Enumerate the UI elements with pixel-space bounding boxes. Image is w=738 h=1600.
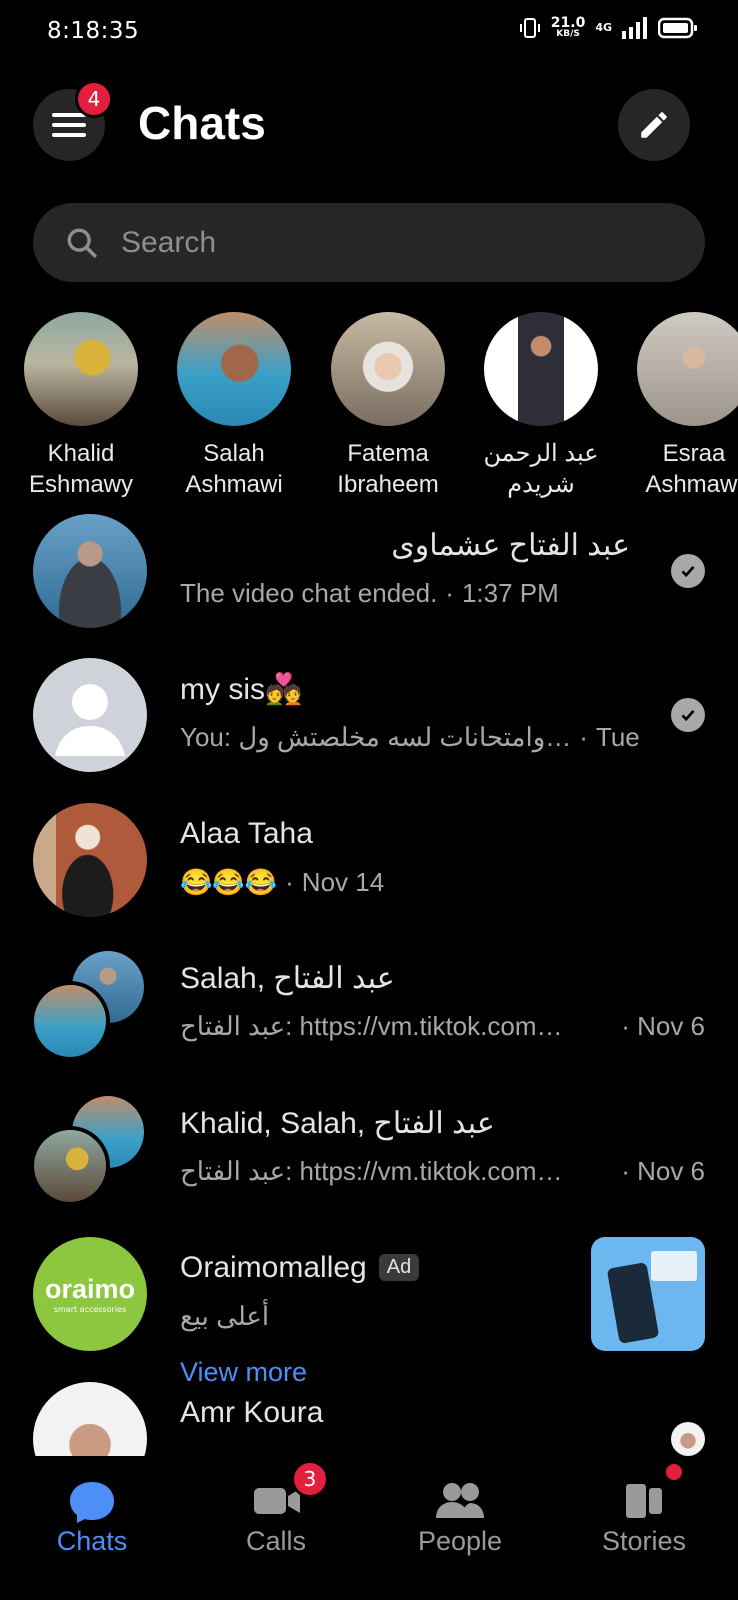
ad-image[interactable] [591, 1237, 705, 1351]
vibrate-icon [519, 17, 540, 38]
calls-badge: 3 [291, 1460, 329, 1498]
status-bar: 8:18:35 21.0 KB/S 4G [0, 0, 738, 66]
avatar [30, 981, 110, 1061]
avatar [30, 1126, 110, 1206]
chat-time: Nov 14 [301, 867, 385, 897]
story-name: Khalid Eshmawy [28, 440, 134, 498]
default-avatar-icon [55, 684, 125, 756]
ad-name: Oraimomalleg Ad [180, 1251, 420, 1285]
battery-icon [658, 17, 697, 38]
avatar [33, 658, 147, 772]
chat-preview: 😂😂😂 · Nov 14 [180, 867, 385, 897]
story-item[interactable]: Fatema Ibraheem [311, 312, 465, 500]
avatar [24, 312, 138, 426]
chat-name: Alaa Taha [180, 817, 313, 850]
signal-icon [622, 16, 647, 39]
story-name: عبد الرحمن شريدم [483, 440, 599, 498]
story-item[interactable]: Esraa Ashmawi [617, 312, 738, 500]
chat-preview: عبد الفتاح: https://vm.tiktok.com… [180, 1156, 563, 1186]
chat-row[interactable]: Amr Koura [0, 1382, 738, 1456]
chat-time: · Nov 6 [621, 1011, 705, 1041]
page-title: Chats [138, 97, 266, 149]
search-icon [67, 228, 97, 258]
ad-text: أعلى بيع [180, 1301, 270, 1331]
compose-button[interactable] [618, 89, 690, 161]
tab-calls[interactable]: 3 Calls [184, 1456, 368, 1600]
story-name: Esraa Ashmawi [645, 440, 738, 498]
chat-preview: The video chat ended. · 1:37 PM [180, 578, 559, 608]
chat-row[interactable]: عبد الفتاح عشماوى The video chat ended. ·… [0, 514, 738, 654]
people-icon [436, 1483, 484, 1518]
story-name: Salah Ashmawi [185, 440, 283, 498]
chat-row[interactable]: my sis💑 You: وامتحانات لسه مخلصتش ول… · Tu… [0, 658, 738, 798]
network-type: 4G [595, 21, 612, 34]
tab-people[interactable]: People [368, 1456, 552, 1600]
avatar [33, 514, 147, 628]
story-item[interactable]: عبد الرحمن شريدم [464, 312, 618, 500]
avatar [33, 803, 147, 917]
chat-row[interactable]: Khalid, Salah, عبد الفتاح عبد الفتاح: ht… [0, 1092, 738, 1232]
chat-name: Amr Koura [180, 1396, 324, 1429]
status-icons: 21.0 KB/S 4G [519, 16, 698, 39]
chat-row[interactable]: Salah, عبد الفتاح عبد الفتاح: https://vm… [0, 947, 738, 1087]
search-input[interactable] [121, 225, 621, 260]
chat-preview: عبد الفتاح: https://vm.tiktok.com… [180, 1011, 563, 1041]
search-bar[interactable] [33, 203, 705, 282]
story-item[interactable]: Khalid Eshmawy [4, 312, 158, 500]
stories-dot [666, 1464, 682, 1480]
avatar [331, 312, 445, 426]
ad-logo: oraimo smart accessories [33, 1237, 147, 1351]
chat-row[interactable]: Alaa Taha 😂😂😂 · Nov 14 [0, 803, 738, 943]
hamburger-icon [52, 113, 86, 137]
avatar [33, 1382, 147, 1456]
chat-time: 1:37 PM [461, 578, 559, 608]
seen-avatar [671, 1422, 705, 1456]
chat-bubble-icon [70, 1482, 114, 1523]
read-check-icon [671, 554, 705, 588]
chat-time: Tue [595, 722, 640, 752]
avatar [637, 312, 738, 426]
story-item[interactable]: Salah Ashmawi [157, 312, 311, 500]
net-speed: 21.0 KB/S [550, 15, 586, 39]
menu-badge: 4 [75, 80, 113, 118]
chat-name: Khalid, Salah, عبد الفتاح [180, 1107, 495, 1140]
tab-stories[interactable]: Stories [552, 1456, 736, 1600]
pencil-icon [641, 112, 667, 138]
ad-badge: Ad [378, 1254, 420, 1281]
chat-name: my sis💑 [180, 673, 303, 706]
bottom-nav: Chats 3 Calls People Stories [0, 1456, 738, 1600]
story-name: Fatema Ibraheem [337, 440, 439, 498]
status-time: 8:18:35 [47, 18, 140, 44]
avatar [484, 312, 598, 426]
chat-name: Salah, عبد الفتاح [180, 962, 395, 995]
read-check-icon [671, 698, 705, 732]
chat-preview: You: وامتحانات لسه مخلصتش ول… · Tue [180, 722, 640, 752]
stories-icon [626, 1484, 662, 1518]
chat-name: عبد الفتاح عشماوى [391, 529, 630, 562]
tab-chats[interactable]: Chats [0, 1456, 184, 1600]
avatar [177, 312, 291, 426]
stories-row[interactable]: Khalid Eshmawy Salah Ashmawi Fatema Ibra… [0, 312, 738, 502]
chat-time: · Nov 6 [621, 1156, 705, 1186]
